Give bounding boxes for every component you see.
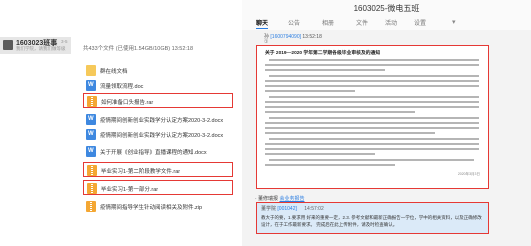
doc-text-line	[265, 127, 479, 129]
files-header: 共433个文件 (已使用1.54GB/10GB) 13:52:18	[83, 46, 194, 52]
doc-text-line	[269, 117, 479, 119]
file-row[interactable]: W 关于开展《创业指导》直播课程的通知.docx	[83, 144, 233, 159]
doc-text-line	[265, 101, 479, 103]
doc-text-line	[265, 143, 479, 145]
message-header: 孙 [1600794090] 13:52:18	[264, 33, 322, 40]
rar-icon	[87, 183, 97, 194]
rar-icon	[86, 201, 96, 212]
file-row[interactable]: 疫情期间指导学生针动阅读相关及附件.zip	[83, 199, 233, 214]
document-image[interactable]: 关于 2019—2020 学年第二学期各级毕业审核及的通知 2020年3月3日	[256, 45, 489, 189]
chevron-down-icon[interactable]: ▾	[452, 18, 456, 26]
share-notice: · 董修瑞报 会业务报告	[255, 195, 304, 202]
file-name: 群在线文档	[100, 69, 128, 75]
reply-time: 14:57:02	[304, 206, 324, 212]
file-name: 毕业实习1-第二阶段教学文件.rar	[101, 169, 181, 175]
tab-bar: 聊天 公告 相册 文件 活动 设置 ▾	[242, 16, 531, 30]
file-row[interactable]: 毕业实习1-第一部分.rar	[83, 180, 233, 195]
tab-album[interactable]: 相册	[322, 18, 334, 27]
doc-text-line	[265, 122, 479, 124]
doc-text-line	[265, 148, 479, 150]
doc-icon: W	[86, 146, 96, 157]
file-name: 如何准备口头报告.rar	[101, 100, 154, 106]
tab-chat[interactable]: 聊天	[256, 18, 269, 29]
reply-sender: 董学院	[261, 206, 277, 212]
contact-subtitle: 我们学院，请我们做等级	[16, 46, 66, 51]
reply-header: 董学院 [001042] 14:57:02	[261, 205, 324, 212]
tab-settings[interactable]: 设置	[414, 18, 426, 27]
doc-text-line	[269, 75, 479, 77]
doc-text-line	[269, 59, 479, 61]
contact-item[interactable]: 1603023班事 我们学院，请我们做等级 3-5	[0, 37, 71, 54]
rar-icon	[87, 96, 97, 107]
rar-icon	[87, 165, 97, 176]
doc-text-line	[265, 132, 435, 134]
tab-files[interactable]: 文件	[356, 18, 368, 27]
doc-text-line	[265, 90, 355, 92]
doc-text-line	[265, 106, 479, 108]
tab-activity[interactable]: 活动	[385, 18, 397, 27]
doc-text-line	[265, 153, 375, 155]
file-name: 疫情期间创新创业实践学分认定方案2020-3-2.docx	[100, 133, 224, 139]
document-title: 关于 2019—2020 学年第二学期各级毕业审核及的通知	[265, 51, 381, 56]
doc-text-line	[265, 69, 385, 71]
file-list-panel: 1603023班事 我们学院，请我们做等级 3-5 共433个文件 (已使用1.…	[0, 0, 241, 246]
avatar	[3, 40, 13, 50]
doc-text-line	[269, 96, 479, 98]
reply-body: 教大于的要，1.要求用 好来的重要一定，2.3. 参考文献和最新正确报告一学位，…	[261, 215, 482, 227]
doc-text-line	[265, 80, 479, 82]
tab-notice[interactable]: 公告	[288, 18, 300, 27]
doc-icon: W	[86, 129, 96, 140]
file-row[interactable]: 毕业实习1-第二阶段教学文件.rar	[83, 162, 233, 177]
reply-message: 董学院 [001042] 14:57:02 教大于的要，1.要求用 好来的重要一…	[256, 202, 489, 234]
file-name: 毕业实习1-第一部分.rar	[101, 187, 159, 193]
file-name: 疫情期间创新创业实践学分认定方案2020-3-2.docx	[100, 118, 224, 124]
doc-text-line	[269, 138, 479, 140]
doc-icon: W	[86, 114, 96, 125]
file-row[interactable]: W 疫情期间创新创业实践学分认定方案2020-3-2.docx	[83, 112, 233, 127]
doc-text-line	[265, 64, 479, 66]
doc-text-line	[265, 164, 395, 166]
file-row[interactable]: 如何准备口头报告.rar	[83, 93, 233, 108]
title-bar: 1603025-微电五班	[242, 0, 531, 16]
folder-icon	[86, 65, 96, 76]
file-row[interactable]: W 流量领取流程.doc	[83, 78, 233, 93]
document-date: 2020年3月3日	[457, 172, 480, 176]
doc-text-line	[269, 159, 474, 161]
file-name: 疫情期间指导学生针动阅读相关及附件.zip	[100, 205, 203, 211]
doc-text-line	[265, 111, 415, 113]
message-time: 13:52:18	[302, 34, 322, 40]
file-row[interactable]: W 疫情期间创新创业实践学分认定方案2020-3-2.docx	[83, 127, 233, 142]
contact-time: 3-5	[61, 39, 68, 44]
doc-text-line	[265, 85, 479, 87]
file-name: 流量领取流程.doc	[100, 84, 144, 90]
chat-window: 1603025-微电五班 聊天 公告 相册 文件 活动 设置 ▾ 孙 [1600…	[242, 0, 531, 246]
sender-id-link[interactable]: [1600794090]	[270, 34, 301, 40]
file-name: 关于开展《创业指导》直播课程的通知.docx	[100, 150, 207, 156]
file-row[interactable]: 群在线文档	[83, 63, 233, 78]
window-title: 1603025-微电五班	[353, 4, 420, 13]
doc-icon: W	[86, 80, 96, 91]
reply-sender-id[interactable]: [001042]	[277, 206, 296, 212]
